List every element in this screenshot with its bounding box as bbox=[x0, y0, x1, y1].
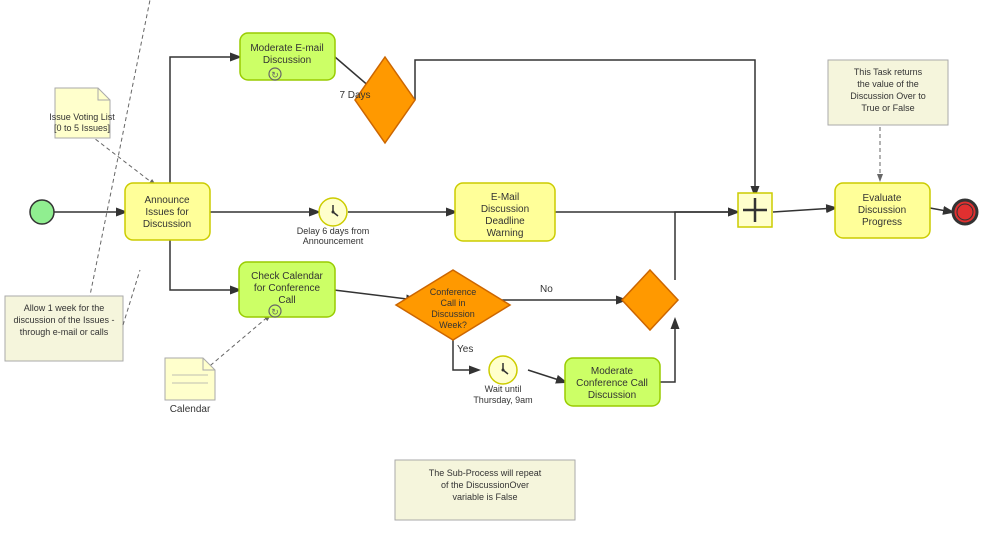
bpmn-diagram: No Yes Announce Issues for Discussion Mo… bbox=[0, 0, 1006, 536]
delay-label1: Delay 6 days from bbox=[297, 226, 370, 236]
dashed-allow-week-line bbox=[123, 270, 140, 325]
email-discussion-label4: Warning bbox=[487, 228, 524, 239]
moderate-email-label2: Discussion bbox=[263, 55, 311, 66]
conf-gw-label3: Discussion bbox=[431, 309, 475, 319]
conf-gw-label1: Conference bbox=[430, 287, 477, 297]
task-returns-text4: True or False bbox=[861, 103, 914, 113]
diagram-svg: No Yes Announce Issues for Discussion Mo… bbox=[0, 0, 1006, 536]
allow-week-text3: through e-mail or calls bbox=[20, 327, 109, 337]
task-returns-text3: Discussion Over to bbox=[850, 91, 926, 101]
dashed-issuevoting bbox=[90, 135, 155, 185]
subprocess-text3: variable is False bbox=[452, 492, 517, 502]
dashed-allow-week bbox=[85, 0, 150, 320]
check-calendar-label1: Check Calendar bbox=[251, 271, 323, 282]
flow-modconf-nodiamond bbox=[660, 320, 675, 382]
mod-conf-label2: Conference Call bbox=[576, 378, 648, 389]
email-discussion-label2: Discussion bbox=[481, 204, 529, 215]
check-calendar-label3: Call bbox=[278, 295, 295, 306]
flow-parallel-evaluate bbox=[773, 208, 835, 212]
conf-gw-label4: Week? bbox=[439, 320, 467, 330]
evaluate-label2: Discussion bbox=[858, 205, 906, 216]
end-event-inner bbox=[957, 204, 973, 220]
issue-voting-label1: Issue Voting List bbox=[49, 112, 115, 122]
check-calendar-label2: for Conference bbox=[254, 283, 321, 294]
email-discussion-label3: Deadline bbox=[485, 216, 525, 227]
wait-clock-center bbox=[502, 369, 505, 372]
allow-week-text1: Allow 1 week for the bbox=[24, 303, 105, 313]
calendar-doc bbox=[165, 358, 215, 400]
start-event bbox=[30, 200, 54, 224]
flow-checkcal-confgw bbox=[334, 290, 415, 300]
mod-conf-label3: Discussion bbox=[588, 390, 636, 401]
flow-announce-moderate-email bbox=[170, 57, 239, 185]
flow-announce-check-calendar bbox=[170, 240, 239, 290]
wait-label2: Thursday, 9am bbox=[473, 395, 532, 405]
moderate-email-loop-arrow: ↻ bbox=[271, 70, 279, 80]
delay-label2: Announcement bbox=[303, 236, 364, 246]
dashed-calendar bbox=[205, 315, 270, 370]
issue-voting-label2: [0 to 5 Issues] bbox=[54, 123, 110, 133]
evaluate-label1: Evaluate bbox=[863, 193, 902, 204]
task-returns-text2: the value of the bbox=[857, 79, 919, 89]
wait-label1: Wait until bbox=[485, 384, 522, 394]
announce-issues-label2: Issues for bbox=[145, 207, 189, 218]
moderate-email-label1: Moderate E-mail bbox=[250, 43, 323, 54]
email-discussion-label1: E-Mail bbox=[491, 192, 519, 203]
conf-gw-label2: Call in bbox=[440, 298, 465, 308]
announce-issues-label: Announce bbox=[144, 195, 189, 206]
subprocess-text2: of the DiscussionOver bbox=[441, 480, 529, 490]
no-label: No bbox=[540, 284, 553, 295]
task-returns-text1: This Task returns bbox=[854, 67, 923, 77]
seven-days-label: 7 Days bbox=[339, 90, 370, 101]
mod-conf-label1: Moderate bbox=[591, 366, 634, 377]
flow-evaluate-end bbox=[930, 208, 952, 212]
allow-week-text2: discussion of the Issues - bbox=[13, 315, 114, 325]
yes-label: Yes bbox=[457, 344, 473, 355]
announce-issues-label3: Discussion bbox=[143, 219, 191, 230]
flow-7days-parallel bbox=[415, 60, 755, 195]
check-calendar-loop-arrow: ↻ bbox=[271, 307, 279, 317]
no-gateway bbox=[622, 270, 678, 330]
delay-clock-center bbox=[332, 211, 335, 214]
subprocess-text1: The Sub-Process will repeat bbox=[429, 468, 542, 478]
calendar-label: Calendar bbox=[170, 404, 211, 415]
evaluate-label3: Progress bbox=[862, 217, 902, 228]
flow-wait-modconf bbox=[528, 370, 565, 382]
flow-no-parallel bbox=[675, 212, 737, 280]
